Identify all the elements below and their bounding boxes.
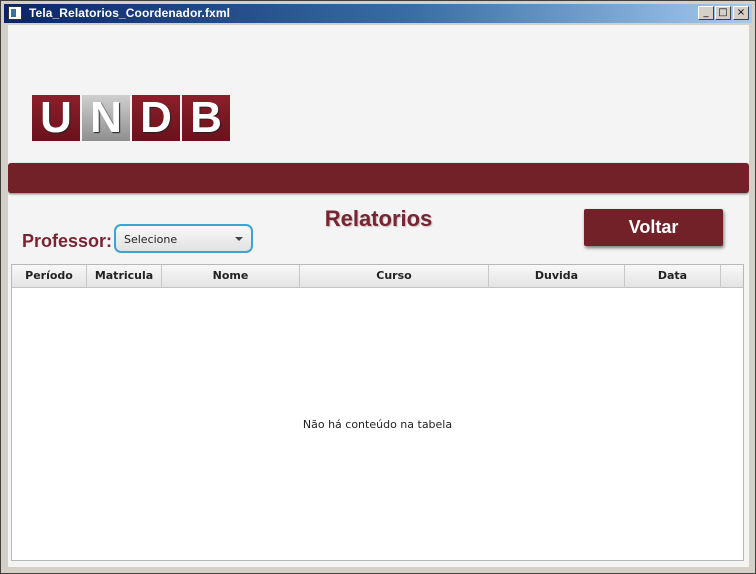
column-header-data[interactable]: Data <box>625 265 721 287</box>
reports-table[interactable]: Período Matricula Nome Curso Duvida Data… <box>11 264 744 561</box>
column-header-nome[interactable]: Nome <box>162 265 300 287</box>
brand-banner <box>8 163 749 193</box>
logo-letter: D <box>132 95 180 141</box>
content-area: U N D B Relatorios Professor: Selecione … <box>8 25 749 567</box>
maximize-button[interactable]: □ <box>715 6 731 20</box>
window-title: Tela_Relatorios_Coordenador.fxml <box>29 6 231 20</box>
logo-letter: U <box>32 95 80 141</box>
empty-table-message: Não há conteúdo na tabela <box>302 418 453 431</box>
chevron-down-icon <box>235 237 243 241</box>
minimize-button[interactable]: _ <box>698 6 714 20</box>
column-header-filler <box>721 265 743 287</box>
professor-select-value: Selecione <box>124 233 178 246</box>
professor-label: Professor: <box>22 231 113 251</box>
application-window: Tela_Relatorios_Coordenador.fxml _ □ × U… <box>0 0 756 574</box>
undb-logo: U N D B <box>32 95 230 141</box>
table-header: Período Matricula Nome Curso Duvida Data <box>12 265 743 288</box>
logo-letter: B <box>182 95 230 141</box>
column-header-matricula[interactable]: Matricula <box>87 265 162 287</box>
professor-select[interactable]: Selecione <box>114 224 253 253</box>
back-button[interactable]: Voltar <box>584 209 723 246</box>
column-header-duvida[interactable]: Duvida <box>489 265 625 287</box>
column-header-periodo[interactable]: Período <box>12 265 87 287</box>
logo-letter: N <box>82 95 130 141</box>
title-bar[interactable]: Tela_Relatorios_Coordenador.fxml _ □ × <box>4 4 752 23</box>
close-button[interactable]: × <box>733 6 749 20</box>
app-icon[interactable] <box>8 6 22 20</box>
column-header-curso[interactable]: Curso <box>300 265 489 287</box>
